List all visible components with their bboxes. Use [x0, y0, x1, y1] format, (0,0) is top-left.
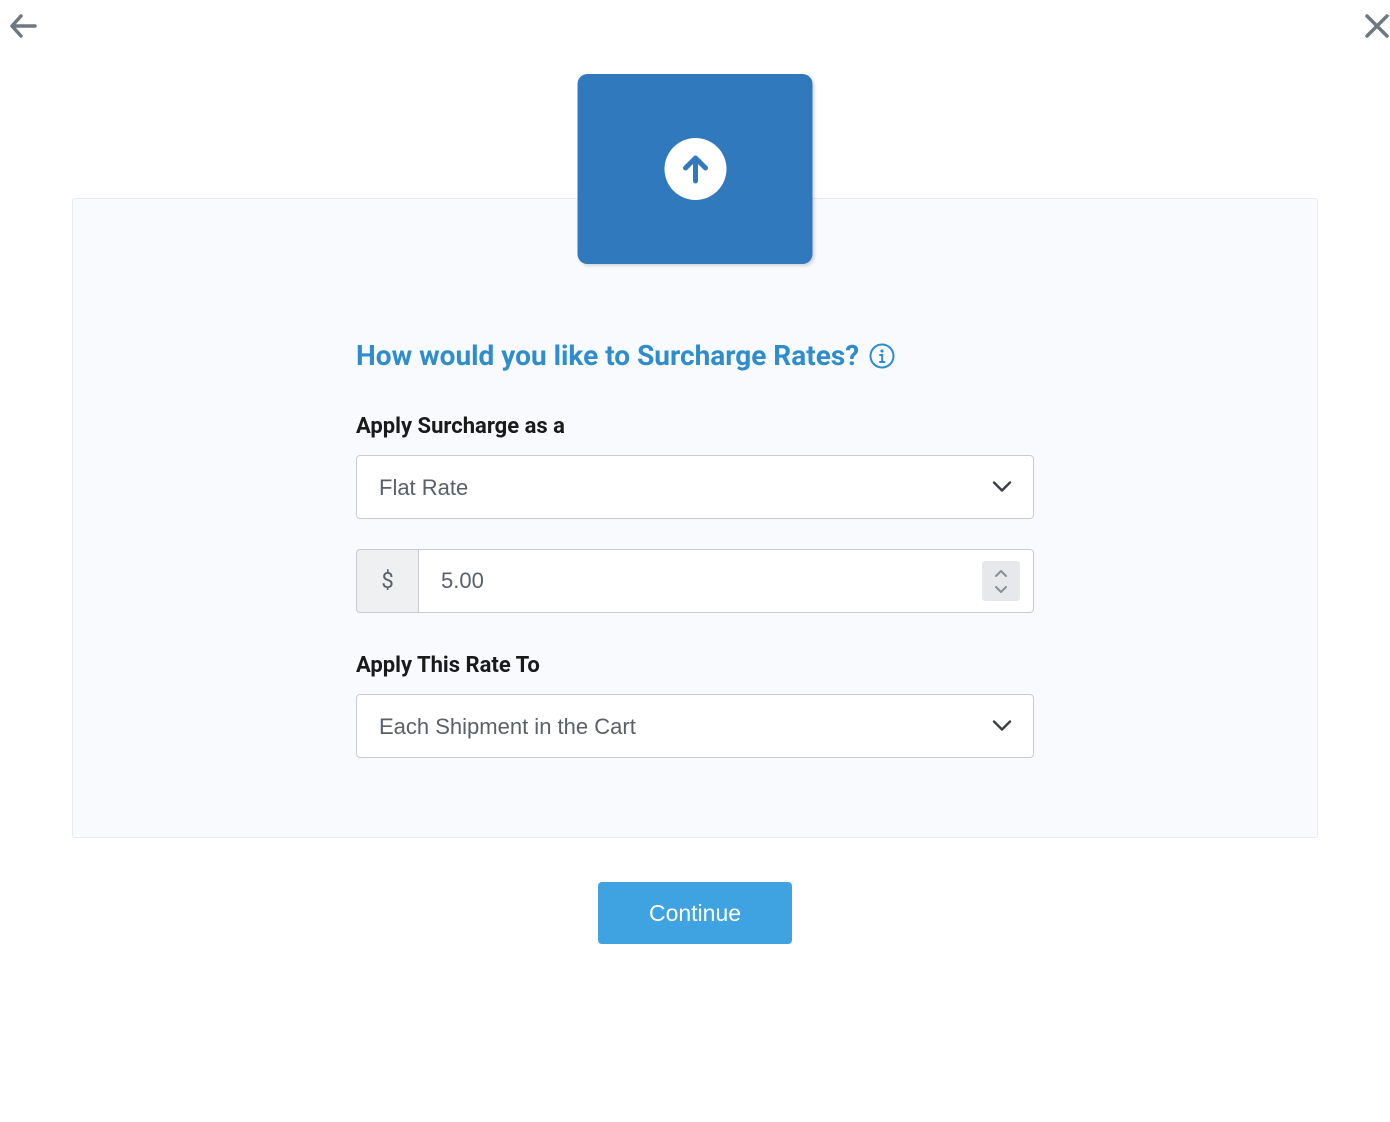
close-button[interactable]: [1364, 12, 1390, 44]
apply-as-select[interactable]: Flat Rate: [356, 455, 1034, 519]
continue-button[interactable]: Continue: [598, 882, 792, 944]
stepper-down-button[interactable]: [994, 582, 1008, 596]
chevron-up-icon: [994, 569, 1008, 578]
apply-as-select-wrapper: Flat Rate: [356, 455, 1034, 519]
back-button[interactable]: [8, 12, 38, 44]
heading-row: How would you like to Surcharge Rates?: [356, 339, 1034, 372]
hero-icon-circle: [664, 138, 726, 200]
chevron-down-icon: [994, 585, 1008, 594]
info-icon[interactable]: [869, 343, 895, 369]
hero-icon-tile: [578, 74, 813, 264]
close-icon: [1364, 12, 1390, 40]
arrow-left-icon: [8, 12, 38, 40]
apply-to-label: Apply This Rate To: [356, 653, 1034, 678]
amount-input[interactable]: [418, 549, 1034, 613]
page-heading: How would you like to Surcharge Rates?: [356, 339, 859, 372]
amount-stepper: [982, 561, 1020, 601]
stepper-up-button[interactable]: [994, 566, 1008, 580]
form-card: How would you like to Surcharge Rates? A…: [72, 198, 1318, 838]
apply-as-label: Apply Surcharge as a: [356, 414, 1034, 439]
form-wrapper: How would you like to Surcharge Rates? A…: [356, 339, 1034, 788]
currency-addon: $: [356, 549, 418, 613]
apply-to-select[interactable]: Each Shipment in the Cart: [356, 694, 1034, 758]
arrow-up-icon: [677, 151, 713, 187]
apply-to-select-wrapper: Each Shipment in the Cart: [356, 694, 1034, 758]
amount-row: $: [356, 549, 1034, 613]
